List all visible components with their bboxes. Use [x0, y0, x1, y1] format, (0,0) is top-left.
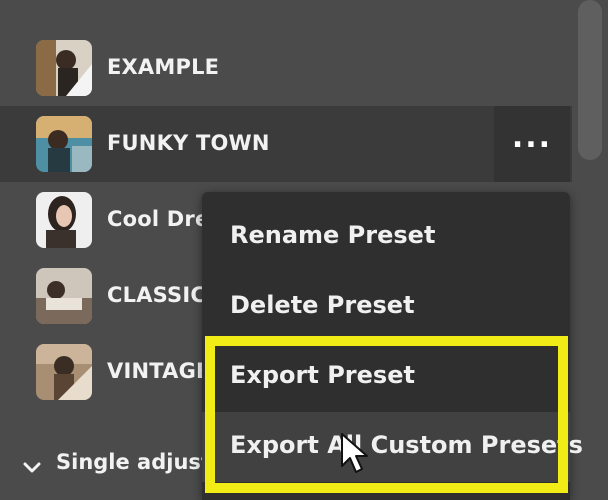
preset-row-example[interactable]: EXAMPLE — [0, 30, 572, 106]
scrollbar-thumb[interactable] — [578, 0, 602, 160]
preset-label: VINTAGE — [107, 359, 211, 383]
preset-label: FUNKY TOWN — [107, 131, 270, 155]
preset-thumbnail-icon — [36, 192, 92, 248]
presets-panel: EXAMPLE FUNKY TOWN ... Cool Dre CLASSIC … — [0, 0, 608, 500]
menu-item-rename-preset[interactable]: Rename Preset — [202, 202, 570, 272]
preset-thumbnail-icon — [36, 116, 92, 172]
preset-thumbnail-icon — [36, 344, 92, 400]
menu-item-label: Rename Preset — [230, 221, 436, 249]
preset-thumbnail-icon — [36, 268, 92, 324]
preset-label: EXAMPLE — [107, 55, 220, 79]
preset-label: Cool Dre — [107, 207, 210, 231]
chevron-down-icon — [23, 462, 41, 473]
preset-thumbnail-icon — [36, 40, 92, 96]
more-options-button[interactable]: ... — [494, 106, 570, 182]
menu-item-delete-preset[interactable]: Delete Preset — [202, 272, 570, 342]
highlight-box — [205, 336, 568, 493]
preset-row-funky-town[interactable]: FUNKY TOWN — [0, 106, 572, 182]
ellipsis-icon: ... — [511, 119, 553, 155]
preset-label: CLASSIC — [107, 283, 206, 307]
menu-item-label: Delete Preset — [230, 291, 415, 319]
group-label: Single adjustr — [56, 450, 222, 474]
mouse-cursor-icon — [341, 433, 368, 473]
